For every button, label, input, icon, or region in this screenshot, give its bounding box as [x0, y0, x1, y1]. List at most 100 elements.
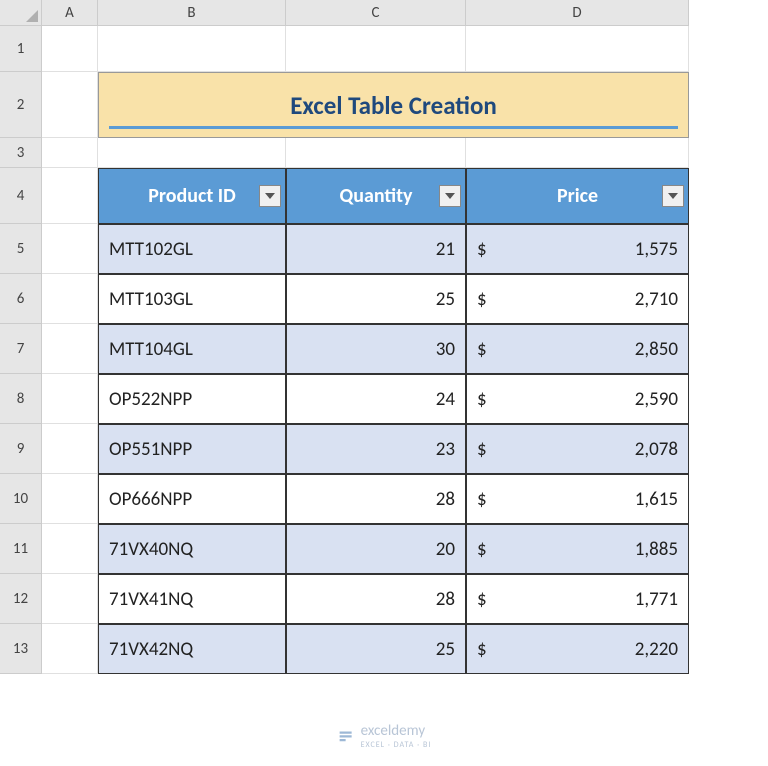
column-headers: A B C D — [42, 0, 689, 26]
row-header-5[interactable]: 5 — [0, 224, 42, 274]
currency-symbol: $ — [477, 438, 487, 461]
cell-product-id[interactable]: MTT103GL — [98, 274, 286, 324]
cell[interactable] — [42, 274, 98, 324]
currency-symbol: $ — [477, 338, 487, 361]
cell-product-id[interactable]: OP666NPP — [98, 474, 286, 524]
cell-price[interactable]: $1,575 — [466, 224, 689, 274]
header-quantity[interactable]: Quantity — [286, 168, 466, 224]
cell[interactable] — [42, 72, 98, 138]
filter-button[interactable] — [259, 185, 281, 207]
row-header-7[interactable]: 7 — [0, 324, 42, 374]
row-header-2[interactable]: 2 — [0, 72, 42, 138]
cell-price[interactable]: $1,885 — [466, 524, 689, 574]
currency-symbol: $ — [477, 288, 487, 311]
currency-symbol: $ — [477, 588, 487, 611]
row-header-1[interactable]: 1 — [0, 26, 42, 72]
cell-product-id[interactable]: MTT102GL — [98, 224, 286, 274]
cell[interactable] — [286, 138, 466, 168]
cell-product-id[interactable]: 71VX41NQ — [98, 574, 286, 624]
price-amount: 2,078 — [635, 438, 678, 461]
cell[interactable] — [98, 138, 286, 168]
price-amount: 2,590 — [635, 388, 678, 411]
cell[interactable] — [42, 574, 98, 624]
row-header-4[interactable]: 4 — [0, 168, 42, 224]
header-product-id[interactable]: Product ID — [98, 168, 286, 224]
chevron-down-icon — [445, 193, 455, 199]
currency-symbol: $ — [477, 388, 487, 411]
price-amount: 1,615 — [635, 488, 678, 511]
cell[interactable] — [42, 474, 98, 524]
currency-symbol: $ — [477, 238, 487, 261]
page-title[interactable]: Excel Table Creation — [98, 72, 689, 138]
cell[interactable] — [42, 524, 98, 574]
row-header-10[interactable]: 10 — [0, 474, 42, 524]
logo-icon — [337, 727, 355, 745]
price-amount: 1,771 — [635, 588, 678, 611]
cell[interactable] — [42, 168, 98, 224]
chevron-down-icon — [265, 193, 275, 199]
cell[interactable] — [42, 374, 98, 424]
cell[interactable] — [98, 26, 286, 72]
cell-quantity[interactable]: 28 — [286, 574, 466, 624]
row-header-6[interactable]: 6 — [0, 274, 42, 324]
title-text: Excel Table Creation — [290, 90, 497, 121]
currency-symbol: $ — [477, 638, 487, 661]
row-header-8[interactable]: 8 — [0, 374, 42, 424]
cell[interactable] — [286, 26, 466, 72]
cell[interactable] — [466, 26, 689, 72]
cell-quantity[interactable]: 21 — [286, 224, 466, 274]
chevron-down-icon — [668, 193, 678, 199]
col-header-a[interactable]: A — [42, 0, 98, 26]
cell[interactable] — [42, 224, 98, 274]
header-price[interactable]: Price — [466, 168, 689, 224]
row-header-3[interactable]: 3 — [0, 138, 42, 168]
cell-price[interactable]: $2,590 — [466, 374, 689, 424]
cell[interactable] — [42, 624, 98, 674]
cell[interactable] — [42, 26, 98, 72]
cell-price[interactable]: $1,771 — [466, 574, 689, 624]
row-header-12[interactable]: 12 — [0, 574, 42, 624]
col-header-c[interactable]: C — [286, 0, 466, 26]
cell-price[interactable]: $2,710 — [466, 274, 689, 324]
cell-product-id[interactable]: 71VX42NQ — [98, 624, 286, 674]
title-underline — [109, 126, 678, 129]
col-header-b[interactable]: B — [98, 0, 286, 26]
cell-price[interactable]: $2,220 — [466, 624, 689, 674]
currency-symbol: $ — [477, 488, 487, 511]
cell-price[interactable]: $2,078 — [466, 424, 689, 474]
cell-product-id[interactable]: MTT104GL — [98, 324, 286, 374]
cell[interactable] — [42, 324, 98, 374]
price-amount: 2,220 — [635, 638, 678, 661]
cell-quantity[interactable]: 28 — [286, 474, 466, 524]
col-header-d[interactable]: D — [466, 0, 689, 26]
row-header-13[interactable]: 13 — [0, 624, 42, 674]
price-amount: 1,575 — [635, 238, 678, 261]
cell-quantity[interactable]: 23 — [286, 424, 466, 474]
select-all-corner[interactable] — [0, 0, 42, 26]
filter-button[interactable] — [439, 185, 461, 207]
currency-symbol: $ — [477, 538, 487, 561]
cell[interactable] — [42, 424, 98, 474]
row-headers: 1 2 3 4 5 6 7 8 9 10 11 12 13 — [0, 26, 42, 674]
cell-quantity[interactable]: 20 — [286, 524, 466, 574]
cell[interactable] — [466, 138, 689, 168]
cell-quantity[interactable]: 25 — [286, 274, 466, 324]
cell-quantity[interactable]: 25 — [286, 624, 466, 674]
cell-product-id[interactable]: OP522NPP — [98, 374, 286, 424]
cell-price[interactable]: $2,850 — [466, 324, 689, 374]
cell-quantity[interactable]: 24 — [286, 374, 466, 424]
price-amount: 2,850 — [635, 338, 678, 361]
header-label: Quantity — [340, 184, 413, 208]
header-label: Price — [557, 184, 598, 208]
row-header-9[interactable]: 9 — [0, 424, 42, 474]
cell-product-id[interactable]: 71VX40NQ — [98, 524, 286, 574]
filter-button[interactable] — [662, 185, 684, 207]
cell-price[interactable]: $1,615 — [466, 474, 689, 524]
cell-product-id[interactable]: OP551NPP — [98, 424, 286, 474]
cell-quantity[interactable]: 30 — [286, 324, 466, 374]
cell[interactable] — [42, 138, 98, 168]
watermark: exceldemy EXCEL · DATA · BI — [337, 722, 432, 750]
price-amount: 2,710 — [635, 288, 678, 311]
header-label: Product ID — [148, 184, 236, 208]
row-header-11[interactable]: 11 — [0, 524, 42, 574]
